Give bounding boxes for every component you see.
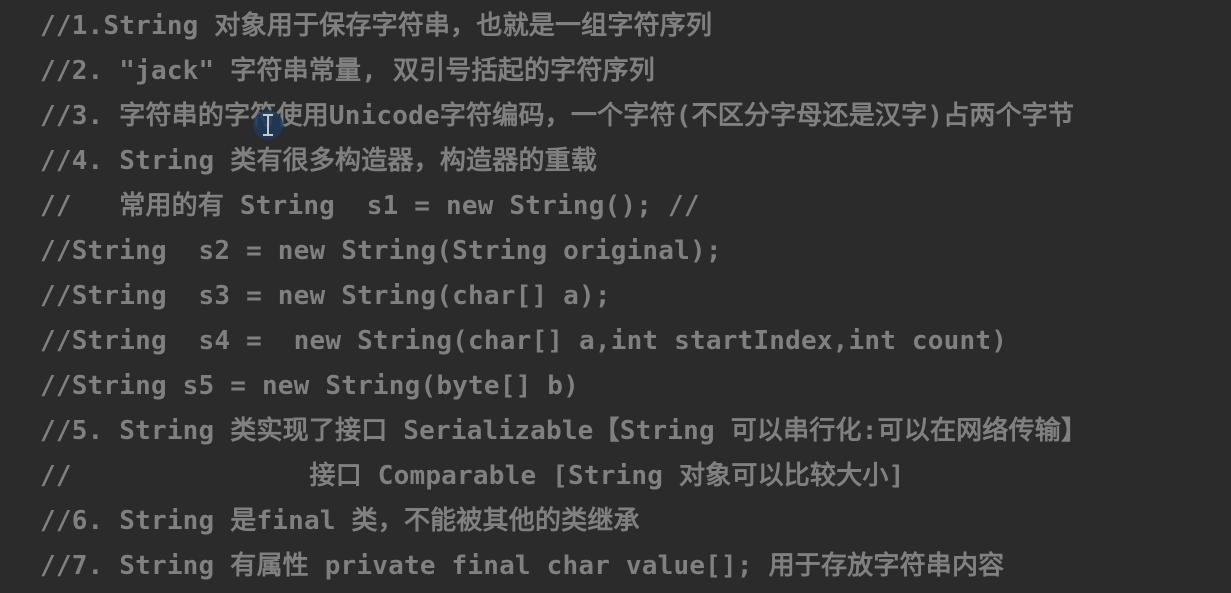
code-line-7[interactable]: //String s3 = new String(char[] a);	[40, 274, 1231, 319]
code-line-10[interactable]: //5. String 类实现了接口 Serializable【String 可…	[40, 409, 1231, 454]
code-line-1[interactable]: //1.String 对象用于保存字符串，也就是一组字符序列	[40, 4, 1231, 49]
code-editor[interactable]: //1.String 对象用于保存字符串，也就是一组字符序列 //2. "jac…	[0, 0, 1231, 593]
code-line-4[interactable]: //4. String 类有很多构造器，构造器的重载	[40, 139, 1231, 184]
code-line-6[interactable]: //String s2 = new String(String original…	[40, 229, 1231, 274]
code-line-2[interactable]: //2. "jack" 字符串常量, 双引号括起的字符序列	[40, 49, 1231, 94]
code-line-11[interactable]: // 接口 Comparable [String 对象可以比较大小]	[40, 454, 1231, 499]
code-lines[interactable]: //1.String 对象用于保存字符串，也就是一组字符序列 //2. "jac…	[40, 4, 1231, 589]
code-line-9[interactable]: //String s5 = new String(byte[] b)	[40, 364, 1231, 409]
code-line-8[interactable]: //String s4 = new String(char[] a,int st…	[40, 319, 1231, 364]
code-line-5[interactable]: // 常用的有 String s1 = new String(); //	[40, 184, 1231, 229]
code-line-12[interactable]: //6. String 是final 类，不能被其他的类继承	[40, 499, 1231, 544]
code-line-3[interactable]: //3. 字符串的字符使用Unicode字符编码，一个字符(不区分字母还是汉字)…	[40, 94, 1231, 139]
code-line-13[interactable]: //7. String 有属性 private final char value…	[40, 544, 1231, 589]
text-cursor-icon	[262, 114, 274, 136]
